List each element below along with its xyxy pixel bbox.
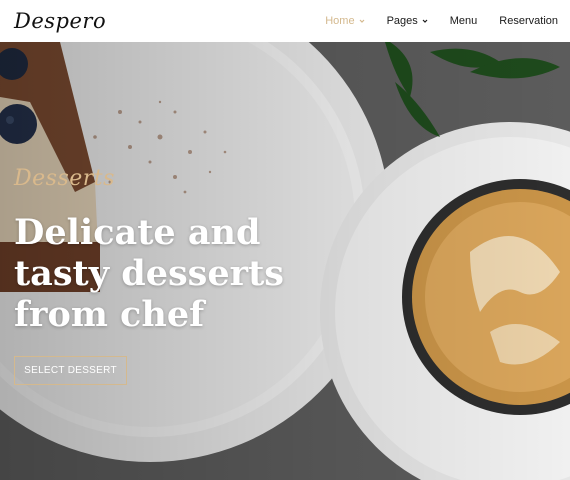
- chevron-down-icon: [359, 19, 364, 23]
- nav-item-label: Pages: [386, 15, 418, 27]
- nav-item-home[interactable]: Home: [325, 15, 364, 27]
- hero-subtitle: Desserts: [14, 166, 115, 191]
- select-dessert-button[interactable]: SELECT DESSERT: [14, 356, 127, 385]
- nav-item-label: Reservation: [499, 15, 558, 27]
- site-logo[interactable]: Despero: [14, 9, 106, 33]
- hero-section: Desserts Delicate and tasty desserts fro…: [0, 42, 570, 480]
- nav-item-menu[interactable]: Menu: [450, 15, 478, 27]
- main-nav: Home Pages Menu Reservation: [303, 15, 558, 27]
- nav-item-pages[interactable]: Pages: [387, 15, 428, 27]
- nav-item-label: Home: [325, 15, 355, 27]
- nav-item-reservation[interactable]: Reservation: [499, 15, 558, 27]
- chevron-down-icon: [422, 19, 428, 23]
- hero-headline: Delicate and tasty desserts from chef: [14, 212, 284, 335]
- navbar: Despero Home Pages Menu Reservation: [0, 0, 570, 42]
- nav-item-label: Menu: [449, 15, 478, 27]
